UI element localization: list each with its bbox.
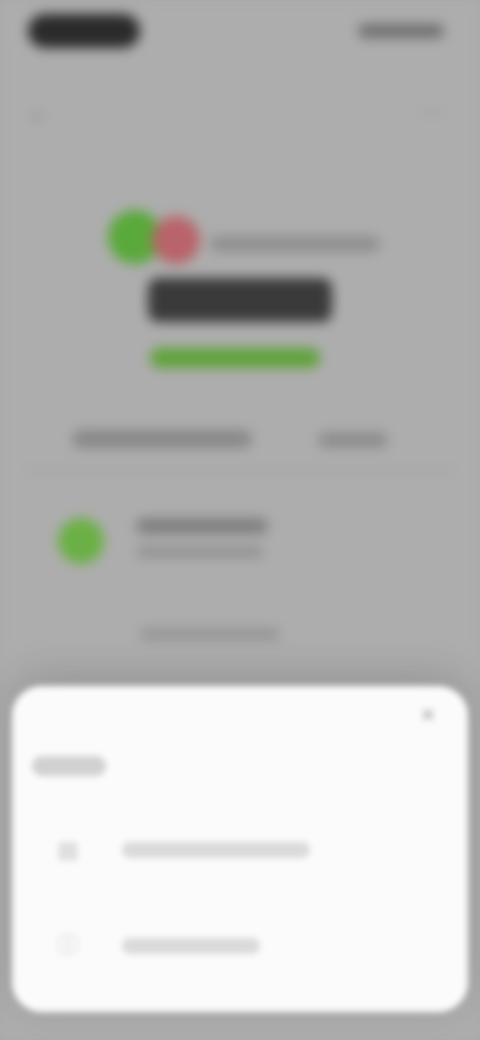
currency-flags	[108, 210, 218, 270]
feature-title	[136, 518, 268, 534]
sheet-item-1[interactable]: ▤	[36, 826, 456, 886]
feature-subtitle	[136, 546, 264, 558]
bottom-sheet: ✕ ▤ ⓘ	[12, 686, 468, 1012]
flag-icon-secondary	[152, 216, 200, 264]
back-arrow-icon[interactable]: ←	[28, 100, 50, 125]
sheet-item-label	[122, 842, 310, 858]
tab-secondary[interactable]	[318, 432, 388, 448]
price-value	[148, 278, 332, 322]
feature-icon	[58, 518, 104, 564]
info-link[interactable]	[140, 628, 280, 640]
more-icon[interactable]: ⋯	[422, 100, 444, 124]
chart-icon: ▤	[57, 837, 79, 862]
close-icon[interactable]: ✕	[416, 704, 440, 728]
sheet-title	[32, 756, 106, 776]
status-time	[28, 14, 140, 48]
info-icon: ⓘ	[56, 933, 79, 958]
divider	[24, 470, 456, 472]
price-change	[150, 348, 320, 368]
currency-pair-label	[210, 236, 380, 252]
status-indicators	[358, 24, 444, 38]
sheet-item-2[interactable]: ⓘ	[36, 922, 456, 982]
tab-primary[interactable]	[72, 430, 252, 448]
status-bar	[0, 0, 480, 66]
sheet-item-label	[122, 938, 260, 954]
